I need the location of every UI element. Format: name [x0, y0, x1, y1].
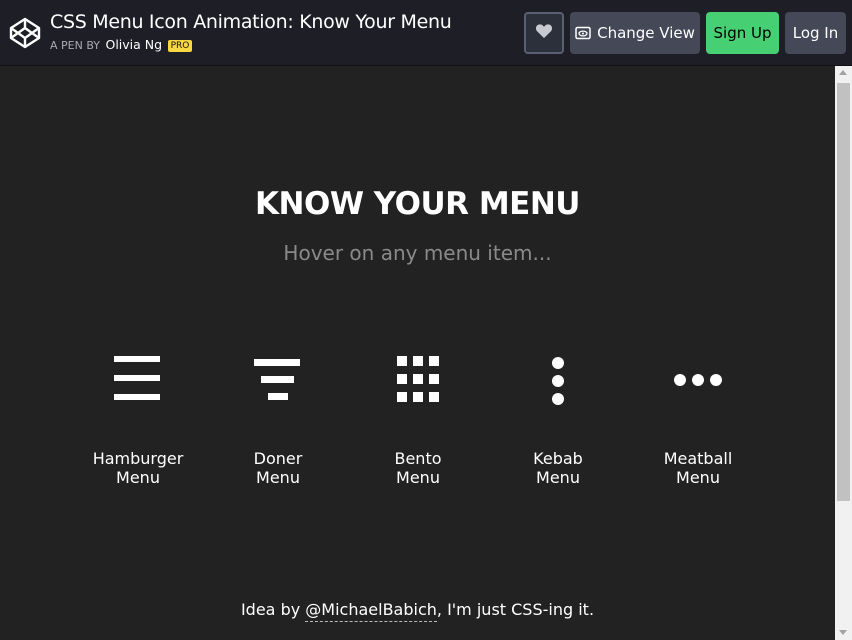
heart-icon [535, 23, 553, 43]
menu-item-meatball[interactable]: Meatball Menu [628, 342, 768, 492]
menu-label: Bento Menu [348, 449, 488, 487]
menu-label-line2: Menu [536, 468, 580, 487]
menu-label-line1: Hamburger [92, 449, 184, 468]
kebab-icon [488, 342, 628, 422]
scroll-up-arrow-icon[interactable] [839, 70, 847, 75]
menu-label-line1: Bento [394, 449, 442, 468]
credit-suffix: , I'm just CSS-ing it. [436, 600, 595, 619]
menu-label-line2: Menu [256, 468, 300, 487]
credit-link[interactable]: @MichaelBabich [305, 600, 437, 622]
codepen-logo-icon[interactable] [9, 17, 41, 49]
menu-label-line2: Menu [116, 468, 160, 487]
menu-label-line1: Kebab [533, 449, 583, 468]
top-header: CSS Menu Icon Animation: Know Your Menu … [0, 0, 852, 66]
preview-pane: KNOW YOUR MENU Hover on any menu item...… [0, 66, 835, 640]
pro-badge: PRO [167, 40, 193, 52]
pen-byline: A PEN BY Olivia Ng PRO [50, 37, 193, 52]
menu-item-kebab[interactable]: Kebab Menu [488, 342, 628, 492]
log-in-button[interactable]: Log In [785, 12, 846, 54]
sign-up-button[interactable]: Sign Up [706, 12, 779, 54]
credit-prefix: Idea by [240, 600, 301, 619]
menu-label: Meatball Menu [628, 449, 768, 487]
menu-label-line1: Meatball [663, 449, 733, 468]
meatball-icon [628, 342, 768, 422]
menu-label-line2: Menu [396, 468, 440, 487]
menu-item-doner[interactable]: Doner Menu [208, 342, 348, 492]
page-subheading: Hover on any menu item... [283, 241, 552, 265]
page-heading: KNOW YOUR MENU [255, 186, 580, 222]
scroll-down-arrow-icon[interactable] [839, 630, 847, 635]
menu-label: Kebab Menu [488, 449, 628, 487]
bento-icon [348, 342, 488, 422]
menu-item-hamburger[interactable]: Hamburger Menu [68, 342, 208, 492]
credit-line: Idea by @MichaelBabich, I'm just CSS-ing… [0, 600, 835, 622]
author-link[interactable]: Olivia Ng [106, 37, 163, 52]
view-icon [575, 26, 591, 40]
hamburger-icon [68, 342, 208, 422]
vertical-scrollbar[interactable] [835, 66, 852, 640]
menu-label-line1: Doner [253, 449, 303, 468]
love-button[interactable] [524, 12, 564, 54]
change-view-button[interactable]: Change View [570, 12, 700, 54]
scrollbar-thumb[interactable] [837, 83, 850, 501]
menu-label: Hamburger Menu [68, 449, 208, 487]
pen-title: CSS Menu Icon Animation: Know Your Menu [50, 11, 452, 33]
doner-icon [208, 342, 348, 422]
change-view-label: Change View [597, 24, 695, 42]
menu-item-bento[interactable]: Bento Menu [348, 342, 488, 492]
menu-label-line2: Menu [676, 468, 720, 487]
menu-label: Doner Menu [208, 449, 348, 487]
byline-prefix: A PEN BY [50, 39, 100, 52]
